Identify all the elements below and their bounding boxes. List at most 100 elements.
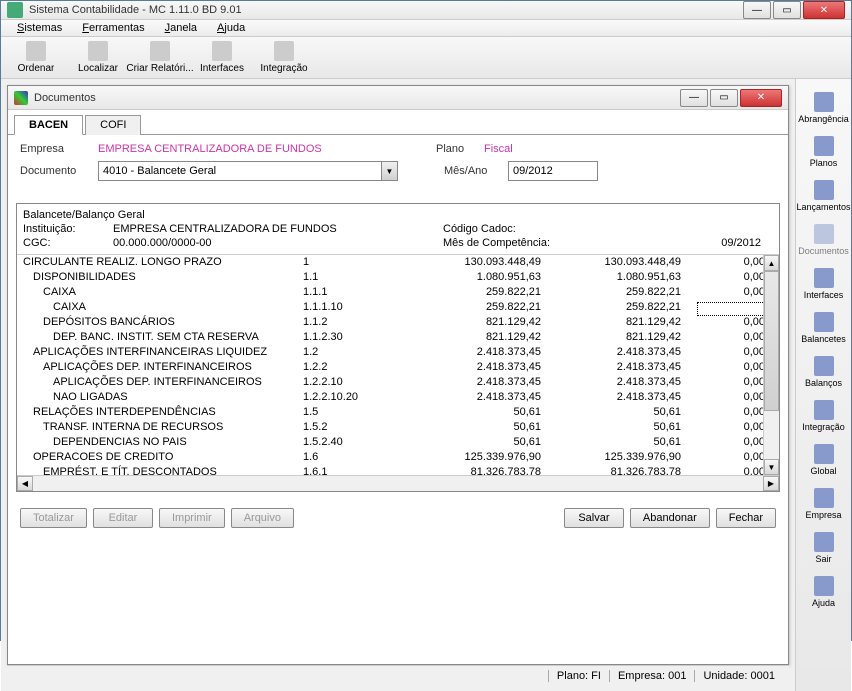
table-row[interactable]: CAIXA1.1.1.10259.822,21259.822,210 <box>17 300 779 315</box>
sidebar-item-label: Lançamentos <box>796 202 850 212</box>
interfaces-icon <box>814 268 834 288</box>
menu-janela[interactable]: Janela <box>155 20 207 36</box>
menu-sistemas[interactable]: Sistemas <box>7 20 72 36</box>
global-icon <box>814 444 834 464</box>
account-name: OPERACOES DE CREDITO <box>23 450 303 465</box>
value-1: 259.822,21 <box>413 285 553 300</box>
value-3: 0,00 <box>693 420 773 435</box>
table-row[interactable]: APLICAÇÕES DEP. INTERFINANCEIROS1.2.22.4… <box>17 360 779 375</box>
inner-maximize-button[interactable]: ▭ <box>710 89 738 107</box>
scroll-thumb[interactable] <box>764 271 779 411</box>
scroll-right-icon[interactable]: ▶ <box>763 476 779 491</box>
mdi-area: Documentos — ▭ ✕ BACEN COFI Empresa EMPR… <box>1 79 795 691</box>
account-code: 1.2 <box>303 345 413 360</box>
value-3: 0,00 <box>693 315 773 330</box>
account-name: EMPRÉST. E TÍT. DESCONTADOS <box>23 465 303 475</box>
documento-combo[interactable]: ▼ <box>98 161 398 181</box>
value-1: 821.129,42 <box>413 315 553 330</box>
edit-cell[interactable] <box>697 302 767 316</box>
sidebar-item-lancamentos[interactable]: Lançamentos <box>798 177 850 215</box>
sidebar-item-abrangencia[interactable]: Abrangência <box>798 89 850 127</box>
value-2: 2.418.373,45 <box>553 375 693 390</box>
salvar-button[interactable]: Salvar <box>564 508 624 528</box>
sidebar-item-label: Balanços <box>805 378 842 388</box>
sidebar-item-ajuda[interactable]: Ajuda <box>798 573 850 611</box>
table-row[interactable]: RELAÇÕES INTERDEPENDÊNCIAS1.550,6150,610… <box>17 405 779 420</box>
grid-body[interactable]: CIRCULANTE REALIZ. LONGO PRAZO1130.093.4… <box>17 255 779 475</box>
documento-label: Documento <box>20 165 90 177</box>
inner-close-button[interactable]: ✕ <box>740 89 782 107</box>
table-row[interactable]: NAO LIGADAS1.2.2.10.202.418.373,452.418.… <box>17 390 779 405</box>
form-area: Empresa EMPRESA CENTRALIZADORA DE FUNDOS… <box>8 135 788 195</box>
fechar-button[interactable]: Fechar <box>716 508 776 528</box>
value-3: 0,00 <box>693 255 773 270</box>
value-2: 130.093.448,49 <box>553 255 693 270</box>
table-row[interactable]: APLICAÇÕES DEP. INTERFINANCEIROS1.2.2.10… <box>17 375 779 390</box>
horizontal-scrollbar[interactable]: ◀ ▶ <box>17 475 779 491</box>
maximize-button[interactable]: ▭ <box>773 1 801 19</box>
instituicao-value: EMPRESA CENTRALIZADORA DE FUNDOS <box>113 222 443 236</box>
ordenar-button[interactable]: Ordenar <box>9 39 63 76</box>
interfaces-icon <box>212 41 232 61</box>
table-row[interactable]: TRANSF. INTERNA DE RECURSOS1.5.250,6150,… <box>17 420 779 435</box>
sidebar-item-integracao[interactable]: Integração <box>798 397 850 435</box>
sair-icon <box>814 532 834 552</box>
sidebar-item-interfaces[interactable]: Interfaces <box>798 265 850 303</box>
account-code: 1.1.1 <box>303 285 413 300</box>
scroll-down-icon[interactable]: ▼ <box>764 459 779 475</box>
table-row[interactable]: DISPONIBILIDADES1.11.080.951,631.080.951… <box>17 270 779 285</box>
close-button[interactable]: ✕ <box>803 1 845 19</box>
table-row[interactable]: OPERACOES DE CREDITO1.6125.339.976,90125… <box>17 450 779 465</box>
tool-label: Integração <box>260 63 307 74</box>
tool-label: Criar Relatóri... <box>126 63 193 74</box>
chevron-down-icon[interactable]: ▼ <box>381 162 397 180</box>
sidebar-item-global[interactable]: Global <box>798 441 850 479</box>
documento-input[interactable] <box>99 162 381 180</box>
value-3: 0,00 <box>693 285 773 300</box>
integracao-button[interactable]: Integração <box>257 39 311 76</box>
status-empresa: Empresa: 001 <box>609 670 694 682</box>
table-row[interactable]: DEPENDENCIAS NO PAIS1.5.2.4050,6150,610,… <box>17 435 779 450</box>
mesano-input[interactable] <box>508 161 598 181</box>
menu-ferramentas[interactable]: Ferramentas <box>72 20 154 36</box>
inner-titlebar[interactable]: Documentos — ▭ ✕ <box>8 86 788 110</box>
table-row[interactable]: CAIXA1.1.1259.822,21259.822,210,00 <box>17 285 779 300</box>
sidebar-item-balancos[interactable]: Balanços <box>798 353 850 391</box>
account-name: DEP. BANC. INSTIT. SEM CTA RESERVA <box>23 330 303 345</box>
minimize-button[interactable]: — <box>743 1 771 19</box>
table-row[interactable]: DEPÓSITOS BANCÁRIOS1.1.2821.129,42821.12… <box>17 315 779 330</box>
sidebar-item-empresa[interactable]: Empresa <box>798 485 850 523</box>
table-row[interactable]: APLICAÇÕES INTERFINANCEIRAS LIQUIDEZ1.2 2… <box>17 345 779 360</box>
value-2: 2.418.373,45 <box>553 345 693 360</box>
table-row[interactable]: CIRCULANTE REALIZ. LONGO PRAZO1130.093.4… <box>17 255 779 270</box>
account-code: 1.6 <box>303 450 413 465</box>
interfaces-button[interactable]: Interfaces <box>195 39 249 76</box>
account-name: CAIXA <box>23 300 303 315</box>
account-name: APLICAÇÕES INTERFINANCEIRAS LIQUIDEZ <box>23 345 303 360</box>
sidebar-item-balancetes[interactable]: Balancetes <box>798 309 850 347</box>
tab-row: BACEN COFI <box>8 110 788 135</box>
titlebar[interactable]: Sistema Contabilidade - MC 1.11.0 BD 9.0… <box>1 1 851 20</box>
sidebar-item-planos[interactable]: Planos <box>798 133 850 171</box>
documentos-icon <box>814 224 834 244</box>
grid: Balancete/Balanço Geral Instituição: EMP… <box>16 203 780 492</box>
localizar-icon <box>88 41 108 61</box>
table-row[interactable]: EMPRÉST. E TÍT. DESCONTADOS1.6.181.326.7… <box>17 465 779 475</box>
vertical-scrollbar[interactable]: ▲ ▼ <box>763 255 779 475</box>
sidebar-item-label: Sair <box>815 554 831 564</box>
tab-cofi[interactable]: COFI <box>85 115 141 135</box>
abandonar-button[interactable]: Abandonar <box>630 508 710 528</box>
table-row[interactable]: DEP. BANC. INSTIT. SEM CTA RESERVA1.1.2.… <box>17 330 779 345</box>
localizar-button[interactable]: Localizar <box>71 39 125 76</box>
grid-title: Balancete/Balanço Geral <box>23 208 145 222</box>
scroll-left-icon[interactable]: ◀ <box>17 476 33 491</box>
account-code: 1 <box>303 255 413 270</box>
sidebar-item-sair[interactable]: Sair <box>798 529 850 567</box>
tab-bacen[interactable]: BACEN <box>14 115 83 135</box>
menu-ajuda[interactable]: Ajuda <box>207 20 255 36</box>
criar-relatorio-button[interactable]: Criar Relatóri... <box>133 39 187 76</box>
scroll-up-icon[interactable]: ▲ <box>764 255 779 271</box>
inner-minimize-button[interactable]: — <box>680 89 708 107</box>
value-3: 0,00 <box>693 450 773 465</box>
lancamentos-icon <box>814 180 834 200</box>
